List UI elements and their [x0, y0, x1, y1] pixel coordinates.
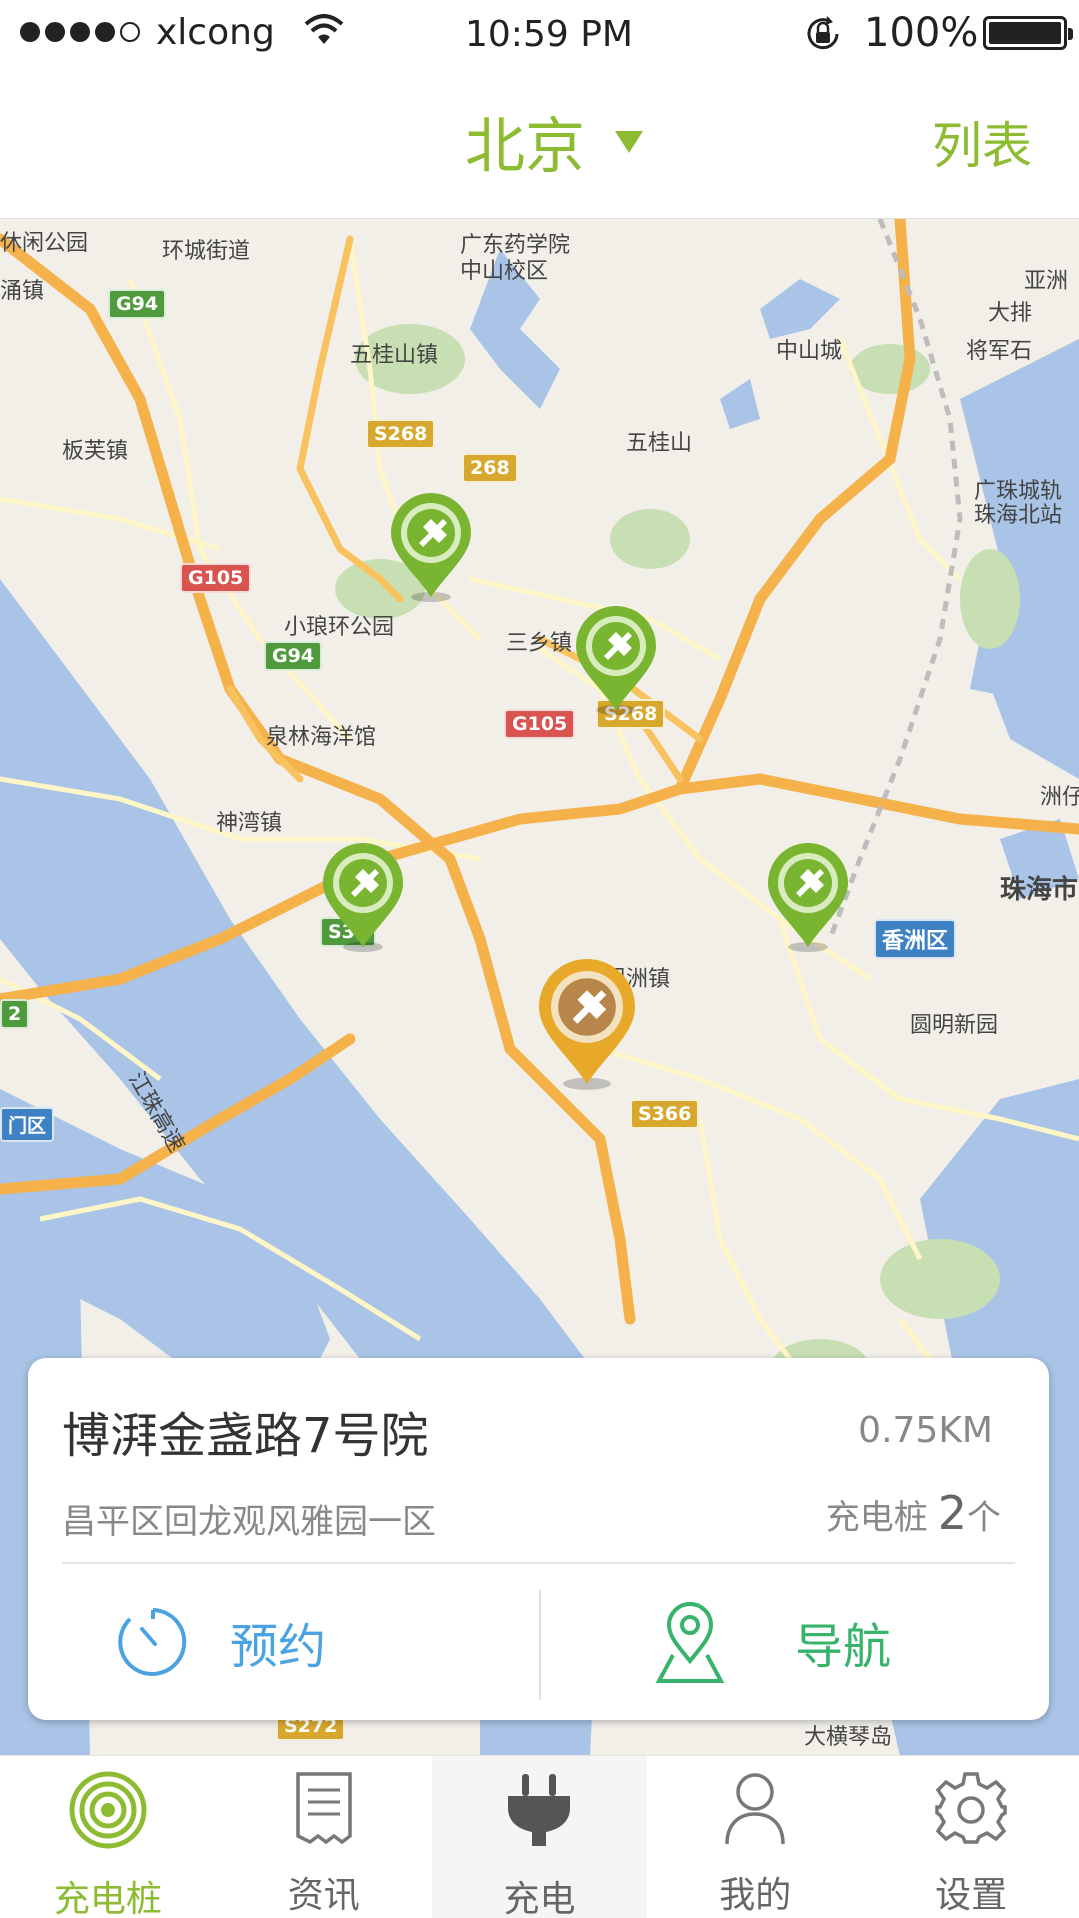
map-label: 将军石	[966, 339, 1033, 364]
tab-label: 设置	[935, 1875, 1008, 1916]
map-label: 泉林海洋馆	[266, 725, 377, 750]
rotation-lock-icon	[807, 16, 839, 50]
battery-icon	[983, 16, 1073, 50]
map-label: 圆明新园	[910, 1013, 999, 1038]
tab-label: 我的	[719, 1875, 792, 1916]
caret-down-icon	[615, 130, 643, 153]
map-label: 五桂山镇	[350, 343, 439, 368]
carrier-name: xlcong	[156, 12, 275, 53]
city-name: 北京	[465, 112, 585, 182]
pile-count-number: 2	[937, 1486, 967, 1540]
charging-station-pin[interactable]	[574, 606, 658, 716]
clock: 10:59 PM	[465, 14, 633, 55]
action-divider	[539, 1590, 541, 1700]
road-sign: G105	[180, 563, 252, 593]
signal-strength-icon	[20, 22, 140, 42]
map-label: 珠海北站	[974, 503, 1063, 528]
plug-icon	[497, 1770, 581, 1850]
city-selector[interactable]: 北京	[465, 98, 643, 185]
timer-icon	[118, 1608, 187, 1676]
pile-count-unit: 个	[967, 1498, 1001, 1538]
status-bar: xlcong 10:59 PM 100%	[0, 0, 1079, 68]
navigate-label: 导航	[795, 1619, 892, 1675]
reserve-label: 预约	[230, 1619, 327, 1675]
battery-percentage: 100%	[864, 10, 979, 56]
map-label: 珠海市	[1000, 875, 1079, 905]
map-label: 涌镇	[0, 279, 45, 304]
receipt-icon	[282, 1770, 366, 1846]
map-label: 环城街道	[162, 239, 251, 264]
road-sign: 门区	[0, 1107, 55, 1142]
tab-label: 资讯	[287, 1875, 360, 1916]
location-pin-icon	[655, 1602, 725, 1683]
radar-icon	[66, 1770, 150, 1850]
tab-bar: 充电桩 资讯 充电 我的 设置	[0, 1755, 1079, 1918]
road-sign: S268	[366, 419, 436, 449]
tab-news[interactable]: 资讯	[216, 1756, 432, 1918]
card-divider	[62, 1562, 1015, 1564]
pile-count-label: 充电桩	[825, 1498, 928, 1538]
list-view-button[interactable]: 列表	[932, 106, 1032, 178]
reserve-button[interactable]: 预约	[116, 1582, 326, 1702]
charging-station-pin[interactable]	[766, 843, 850, 953]
charging-station-pin[interactable]	[389, 493, 473, 603]
tab-label: 充电	[503, 1879, 576, 1918]
tab-charging-piles[interactable]: 充电桩	[0, 1756, 216, 1918]
map-label: 中山城	[776, 339, 843, 364]
road-sign: G94	[108, 289, 167, 319]
tab-charge[interactable]: 充电	[431, 1756, 648, 1918]
station-distance: 0.75KM	[858, 1410, 993, 1451]
map-label: 亚洲	[1024, 269, 1069, 294]
map-label: 大横琴岛	[804, 1725, 893, 1750]
charging-station-pin[interactable]	[321, 843, 405, 953]
station-name: 博湃金盏路7号院	[62, 1408, 429, 1464]
map-label: 大排	[988, 301, 1033, 326]
map-label: 板芙镇	[62, 439, 129, 464]
map-label: 休闲公园	[0, 231, 89, 256]
tab-profile[interactable]: 我的	[647, 1756, 863, 1918]
navigate-button[interactable]: 导航	[655, 1582, 891, 1702]
pile-count: 充电桩 2个	[826, 1486, 1001, 1540]
wifi-icon	[304, 14, 344, 44]
road-sign: 268	[462, 453, 518, 483]
station-address: 昌平区回龙观风雅园一区	[62, 1502, 436, 1542]
gear-icon	[929, 1770, 1013, 1846]
map-label: 五桂山	[626, 431, 693, 456]
station-info-card[interactable]: 博湃金盏路7号院 0.75KM 昌平区回龙观风雅园一区 充电桩 2个 预约 导航	[28, 1358, 1049, 1720]
road-sign: G105	[504, 709, 576, 739]
road-sign: S366	[630, 1099, 700, 1129]
selected-charging-station-pin[interactable]	[535, 959, 639, 1091]
map-label: 中山校区	[460, 259, 549, 284]
user-icon	[713, 1770, 797, 1846]
map-label: 洲仔	[1040, 785, 1079, 810]
nav-bar: 北京 列表	[0, 68, 1079, 218]
road-sign: 2	[0, 999, 30, 1029]
map-label: 神湾镇	[216, 811, 283, 836]
tab-label: 充电桩	[53, 1879, 162, 1918]
road-sign: 香洲区	[874, 919, 957, 959]
map-label: 三乡镇	[506, 631, 573, 656]
map-label: 小琅环公园	[284, 615, 395, 640]
road-sign: G94	[264, 641, 323, 671]
tab-settings[interactable]: 设置	[863, 1756, 1079, 1918]
